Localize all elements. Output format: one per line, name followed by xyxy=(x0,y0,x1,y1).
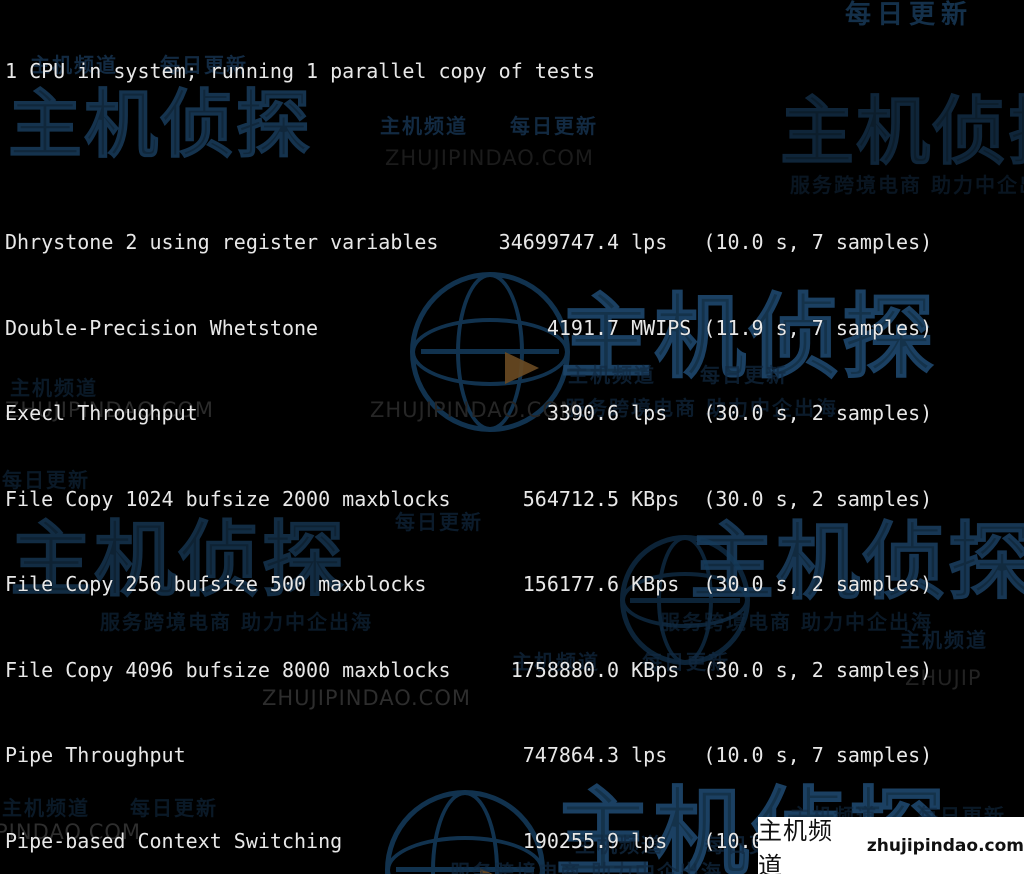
terminal-line-result-3: Execl Throughput 3390.6 lps (30.0 s, 2 s… xyxy=(5,401,933,425)
site-watermark-badge: 主机频道 zhujipindao.com xyxy=(758,817,1024,874)
terminal-line-result-2: Double-Precision Whetstone 4191.7 MWIPS … xyxy=(5,315,933,340)
terminal-line-blank-1 xyxy=(5,143,932,172)
terminal-line-result-1: Dhrystone 2 using register variables 346… xyxy=(5,230,933,254)
terminal-line-result-5: File Copy 256 bufsize 500 maxblocks 1561… xyxy=(5,572,933,596)
terminal-screenshot: 每日更新 主机频道 每日更新 主机侦探 主机频道 每日更新 ZHUJIPINDA… xyxy=(0,0,1024,874)
terminal-line-result-4: File Copy 1024 bufsize 2000 maxblocks 56… xyxy=(5,486,933,511)
terminal-line-result-7: Pipe Throughput 747864.3 lps (10.0 s, 7 … xyxy=(5,743,933,767)
terminal-output: 1 CPU in system; running 1 parallel copy… xyxy=(5,0,932,874)
badge-url-label: zhujipindao.com xyxy=(866,835,1024,856)
badge-brand-label: 主机频道 xyxy=(758,816,833,874)
terminal-line-result-6: File Copy 4096 bufsize 8000 maxblocks 17… xyxy=(5,657,933,682)
terminal-line-header: 1 CPU in system; running 1 parallel copy… xyxy=(5,59,596,83)
